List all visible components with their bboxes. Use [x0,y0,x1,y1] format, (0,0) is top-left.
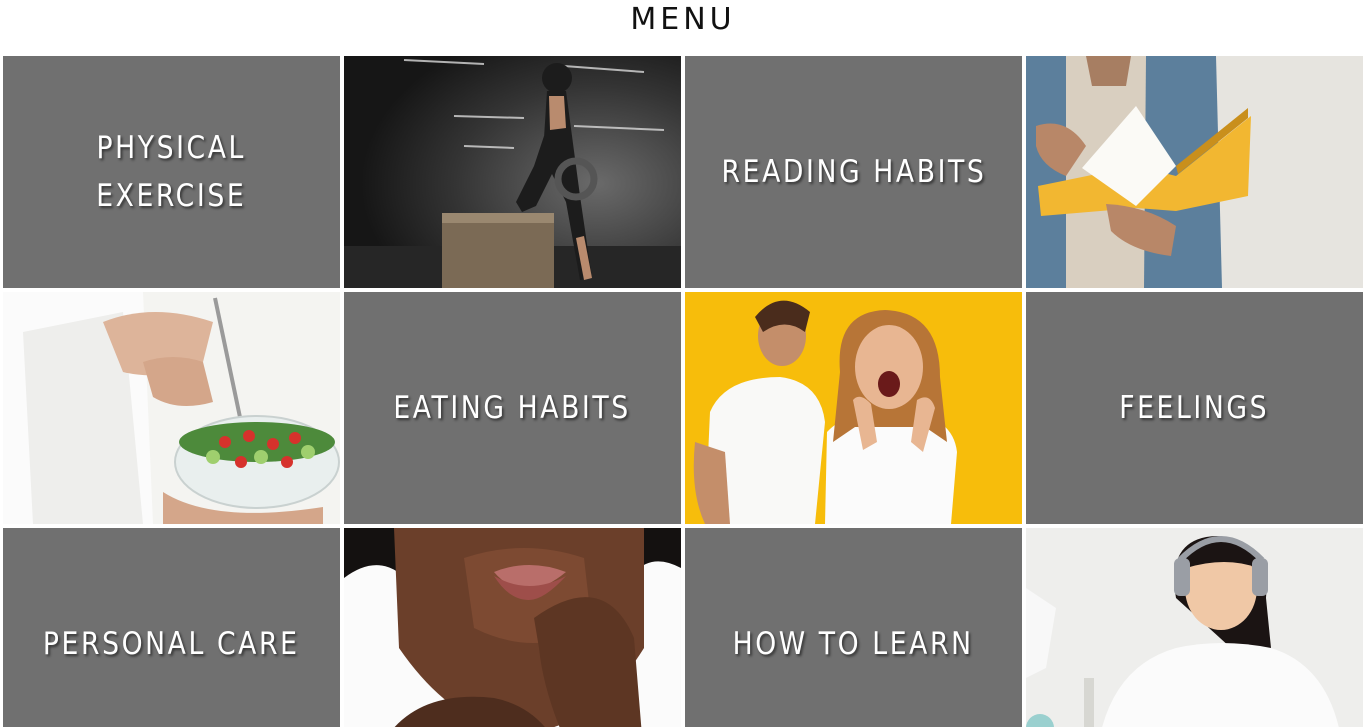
photo-salad-bowl[interactable] [3,292,340,524]
menu-tile-label: FEELINGS [1119,390,1270,426]
photo-whispering-couple[interactable] [685,292,1022,524]
menu-tile-label: PERSONAL CARE [43,626,300,662]
menu-tile-reading-habits[interactable]: READING HABITS [685,56,1022,288]
menu-tile-physical-exercise[interactable]: PHYSICAL EXERCISE [3,56,340,288]
menu-tile-label: HOW TO LEARN [733,626,974,662]
photo-skin-care-portrait[interactable] [344,528,681,727]
portrait-image [344,528,681,727]
menu-tile-feelings[interactable]: FEELINGS [1026,292,1363,524]
couple-image [685,292,1022,524]
salad-image [3,292,340,524]
menu-tile-personal-care[interactable]: PERSONAL CARE [3,528,340,727]
menu-tile-eating-habits[interactable]: EATING HABITS [344,292,681,524]
menu-tile-label: PHYSICAL EXERCISE [96,130,247,214]
menu-tile-label: EATING HABITS [393,390,632,426]
photo-box-jump-workout[interactable] [344,56,681,288]
workout-image [344,56,681,288]
photo-online-learning-girl[interactable] [1026,528,1363,727]
menu-page: MENU PHYSICAL EXERCISE READING HABITS EA… [0,0,1366,727]
reading-image [1026,56,1363,288]
menu-tile-label: READING HABITS [721,154,986,190]
page-title: MENU [630,2,736,37]
photo-reading-book[interactable] [1026,56,1363,288]
menu-tile-how-to-learn[interactable]: HOW TO LEARN [685,528,1022,727]
student-image [1026,528,1363,727]
menu-grid: PHYSICAL EXERCISE READING HABITS EATING … [3,56,1363,727]
